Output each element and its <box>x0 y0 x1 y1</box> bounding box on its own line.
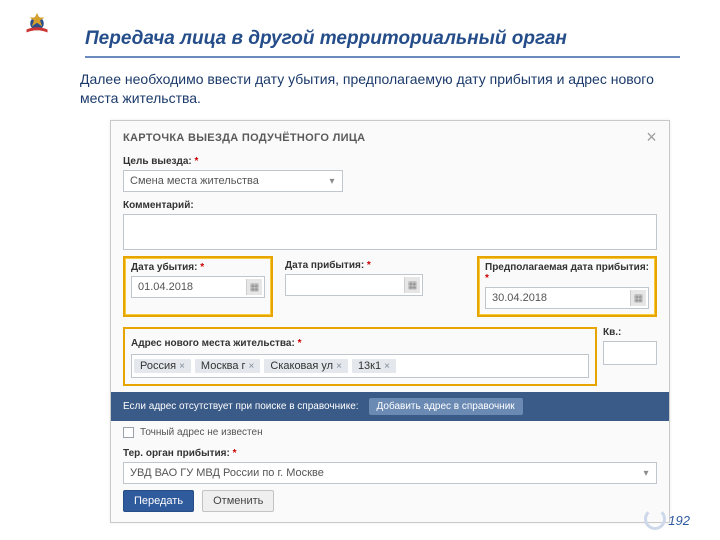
card-title: КАРТОЧКА ВЫЕЗДА ПОДУЧЁТНОГО ЛИЦА <box>123 132 365 144</box>
purpose-value: Смена места жительства <box>130 175 259 187</box>
address-input[interactable]: Россия× Москва г× Скаковая ул× 13к1× <box>131 354 589 378</box>
calendar-icon[interactable]: ▦ <box>630 290 646 306</box>
chip-remove-icon[interactable]: × <box>384 361 390 372</box>
address-chip[interactable]: Россия× <box>134 359 191 373</box>
date-depart-value: 01.04.2018 <box>138 281 193 293</box>
address-label: Адрес нового места жительства: <box>131 338 302 349</box>
page-title: Передача лица в другой территориальный о… <box>85 28 567 50</box>
comment-label: Комментарий: <box>123 200 657 211</box>
date-depart-label: Дата убытия: <box>131 262 265 273</box>
intro-text: Далее необходимо ввести дату убытия, пре… <box>80 70 680 108</box>
departure-card: КАРТОЧКА ВЫЕЗДА ПОДУЧЁТНОГО ЛИЦА × Цель … <box>110 120 670 523</box>
page-number: 192 <box>668 513 690 528</box>
calendar-icon[interactable]: ▦ <box>404 277 420 293</box>
kv-input[interactable] <box>603 341 657 365</box>
comment-textarea[interactable] <box>123 214 657 250</box>
chip-remove-icon[interactable]: × <box>336 361 342 372</box>
purpose-select[interactable]: Смена места жительства ▾ <box>123 170 343 192</box>
title-underline <box>85 56 680 58</box>
chip-remove-icon[interactable]: × <box>179 361 185 372</box>
exact-unknown-label: Точный адрес не известен <box>140 427 263 438</box>
address-highlight: Адрес нового места жительства: Россия× М… <box>123 327 597 386</box>
ter-select[interactable]: УВД ВАО ГУ МВД России по г. Москве ▾ <box>123 462 657 484</box>
submit-button[interactable]: Передать <box>123 490 194 512</box>
address-chip[interactable]: 13к1× <box>352 359 396 373</box>
calendar-icon[interactable]: ▦ <box>246 279 262 295</box>
date-arrive-label: Дата прибытия: <box>285 260 423 271</box>
kv-label: Кв.: <box>603 327 657 338</box>
add-address-button[interactable]: Добавить адрес в справочник <box>369 398 523 415</box>
date-arrive-input[interactable]: ▦ <box>285 274 423 296</box>
chevron-down-icon: ▾ <box>638 465 654 481</box>
address-chip[interactable]: Скаковая ул× <box>264 359 348 373</box>
cancel-button[interactable]: Отменить <box>202 490 274 512</box>
date-expected-input[interactable]: 30.04.2018 ▦ <box>485 287 649 309</box>
chevron-down-icon: ▾ <box>324 173 340 189</box>
date-expected-label: Предполагаемая дата прибытия: <box>485 262 649 284</box>
chip-remove-icon[interactable]: × <box>249 361 255 372</box>
exact-unknown-checkbox[interactable] <box>123 427 134 438</box>
purpose-label: Цель выезда: <box>123 156 657 167</box>
ter-value: УВД ВАО ГУ МВД России по г. Москве <box>130 467 324 479</box>
emblem-icon <box>22 10 52 40</box>
date-expected-value: 30.04.2018 <box>492 292 547 304</box>
address-helper-bar: Если адрес отсутствует при поиске в спра… <box>111 392 669 421</box>
date-depart-input[interactable]: 01.04.2018 ▦ <box>131 276 265 298</box>
decorative-swirl-icon <box>644 508 666 530</box>
address-chip[interactable]: Москва г× <box>195 359 260 373</box>
bluebar-text: Если адрес отсутствует при поиске в спра… <box>123 401 359 412</box>
close-icon[interactable]: × <box>646 127 657 148</box>
ter-label: Тер. орган прибытия: <box>123 448 657 459</box>
